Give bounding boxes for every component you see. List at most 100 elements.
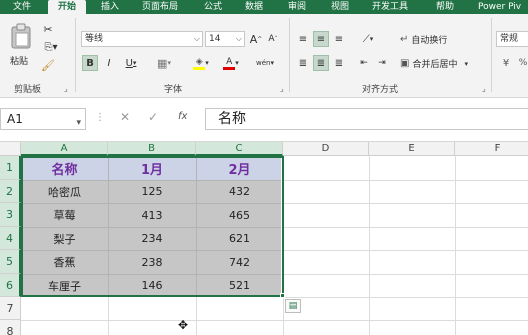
gridline — [21, 320, 528, 321]
bold-label: B — [86, 57, 94, 69]
fill-color-button[interactable]: ◈ ▾ — [188, 55, 214, 71]
paste-button[interactable] — [8, 22, 34, 50]
font-name-select[interactable]: 等线 ⌵ — [81, 31, 203, 47]
chevron-down-icon: ⌵ — [193, 34, 200, 43]
tab-help[interactable]: 帮助 — [436, 0, 454, 14]
tab-data[interactable]: 数据 — [245, 0, 263, 14]
row-header-1[interactable]: 1 — [0, 156, 21, 180]
tab-home[interactable]: 开始 — [48, 0, 86, 14]
group-separator — [289, 18, 290, 92]
clipboard-group-label: 剪贴板 — [14, 85, 42, 95]
quick-analysis-icon: ▤ — [288, 301, 298, 311]
gridline — [283, 227, 528, 228]
align-center-icon[interactable]: ≣ — [313, 55, 329, 71]
fill-bucket-icon: ◈ — [193, 57, 206, 70]
group-separator — [75, 18, 76, 92]
quick-analysis-button[interactable]: ▤ — [285, 299, 301, 313]
underline-button[interactable]: U ▾ — [120, 55, 142, 71]
gridline — [283, 203, 528, 204]
number-format-value: 常规 — [500, 34, 519, 44]
copy-icon[interactable]: ⎘▾ — [40, 40, 62, 54]
tab-insert[interactable]: 插入 — [101, 0, 119, 14]
number-format-select[interactable]: 常规 — [496, 31, 528, 47]
fill-handle[interactable] — [280, 293, 285, 298]
insert-function-button[interactable]: fx — [178, 111, 187, 122]
increase-indent-icon[interactable]: ⇥ — [374, 55, 390, 71]
merge-center-button[interactable]: ▣ 合并后居中 ▾ — [400, 57, 468, 70]
paste-label: 粘贴 — [10, 57, 29, 67]
row-header-8[interactable]: 8 — [0, 320, 21, 335]
font-size-select[interactable]: 14 ⌵ — [205, 31, 245, 47]
clipboard-icon — [11, 23, 31, 49]
column-header-b[interactable]: B — [108, 142, 196, 156]
column-header-d[interactable]: D — [283, 142, 369, 156]
percent-icon[interactable]: % — [518, 55, 528, 71]
alignment-launcher-icon[interactable]: ⌟ — [482, 84, 486, 93]
font-grow-label: A — [249, 32, 258, 46]
tab-power-pivot[interactable]: Power Piv — [478, 0, 521, 14]
cancel-icon[interactable]: ✕ — [120, 110, 130, 124]
tab-view[interactable]: 视图 — [331, 0, 349, 14]
splitter-handle[interactable]: ⋮ — [95, 112, 105, 123]
select-all-corner[interactable] — [0, 142, 21, 156]
name-box[interactable]: A1 ▾ — [0, 108, 86, 130]
font-size-value: 14 — [209, 34, 221, 44]
row-header-3[interactable]: 3 — [0, 203, 21, 227]
font-launcher-icon[interactable]: ⌟ — [280, 84, 284, 93]
column-header-c[interactable]: C — [196, 142, 283, 156]
italic-button[interactable]: I — [102, 55, 116, 71]
gridline — [283, 274, 528, 275]
wrap-text-icon: ↵ — [400, 34, 409, 45]
column-header-e[interactable]: E — [369, 142, 455, 156]
phonetic-label: wén — [256, 59, 271, 67]
tab-formulas[interactable]: 公式 — [204, 0, 222, 14]
align-bottom-icon[interactable]: ≡ — [332, 31, 346, 47]
align-top-icon[interactable]: ≡ — [296, 31, 310, 47]
move-cursor-icon: ✥ — [178, 318, 189, 332]
font-color-button[interactable]: A ▾ — [218, 55, 244, 71]
gridline — [283, 297, 284, 335]
gridline — [283, 180, 528, 181]
cut-icon[interactable]: ✂ — [40, 22, 56, 36]
name-box-value: A1 — [7, 112, 23, 126]
tab-developer[interactable]: 开发工具 — [372, 0, 408, 14]
selection-border — [21, 156, 284, 297]
chevron-down-icon: ▾ — [76, 118, 81, 128]
phonetic-button[interactable]: wén ▾ — [252, 55, 278, 71]
row-header-4[interactable]: 4 — [0, 227, 21, 250]
formula-input[interactable]: 名称 — [205, 108, 528, 130]
row-header-6[interactable]: 6 — [0, 274, 21, 297]
currency-icon[interactable]: ¥ — [498, 55, 514, 71]
underline-label: U — [125, 57, 133, 69]
column-header-a[interactable]: A — [21, 142, 108, 156]
fx-label: fx — [178, 111, 188, 122]
font-grow-button[interactable]: A ^ — [249, 31, 263, 47]
clipboard-launcher-icon[interactable]: ⌟ — [64, 84, 68, 93]
orientation-icon[interactable]: ⟋ ▾ — [356, 31, 380, 47]
font-name-value: 等线 — [85, 34, 104, 44]
wrap-text-button[interactable]: ↵ 自动换行 — [400, 33, 447, 46]
tab-review[interactable]: 审阅 — [288, 0, 306, 14]
borders-button[interactable]: ▦ ▾ — [152, 55, 176, 71]
row-header-2[interactable]: 2 — [0, 180, 21, 203]
tab-page-layout[interactable]: 页面布局 — [142, 0, 178, 14]
align-middle-icon[interactable]: ≡ — [313, 31, 329, 47]
font-shrink-button[interactable]: Aˇ — [266, 31, 280, 47]
gridline — [108, 297, 109, 335]
gridline — [283, 297, 528, 298]
gridline — [196, 297, 197, 335]
tab-file[interactable]: 文件 — [0, 0, 44, 14]
decrease-indent-icon[interactable]: ⇤ — [356, 55, 372, 71]
align-left-icon[interactable]: ≣ — [296, 55, 310, 71]
gridline — [455, 156, 456, 335]
chevron-down-icon: ⌵ — [235, 34, 242, 43]
gridline — [369, 156, 370, 335]
bold-button[interactable]: B — [82, 55, 98, 71]
enter-icon[interactable]: ✓ — [148, 110, 158, 124]
row-header-7[interactable]: 7 — [0, 297, 21, 320]
chevron-down-icon: ▾ — [464, 59, 468, 68]
column-header-f[interactable]: F — [455, 142, 528, 156]
row-header-5[interactable]: 5 — [0, 250, 21, 274]
align-right-icon[interactable]: ≣ — [332, 55, 346, 71]
format-painter-icon[interactable]: 🖌 — [40, 58, 56, 72]
